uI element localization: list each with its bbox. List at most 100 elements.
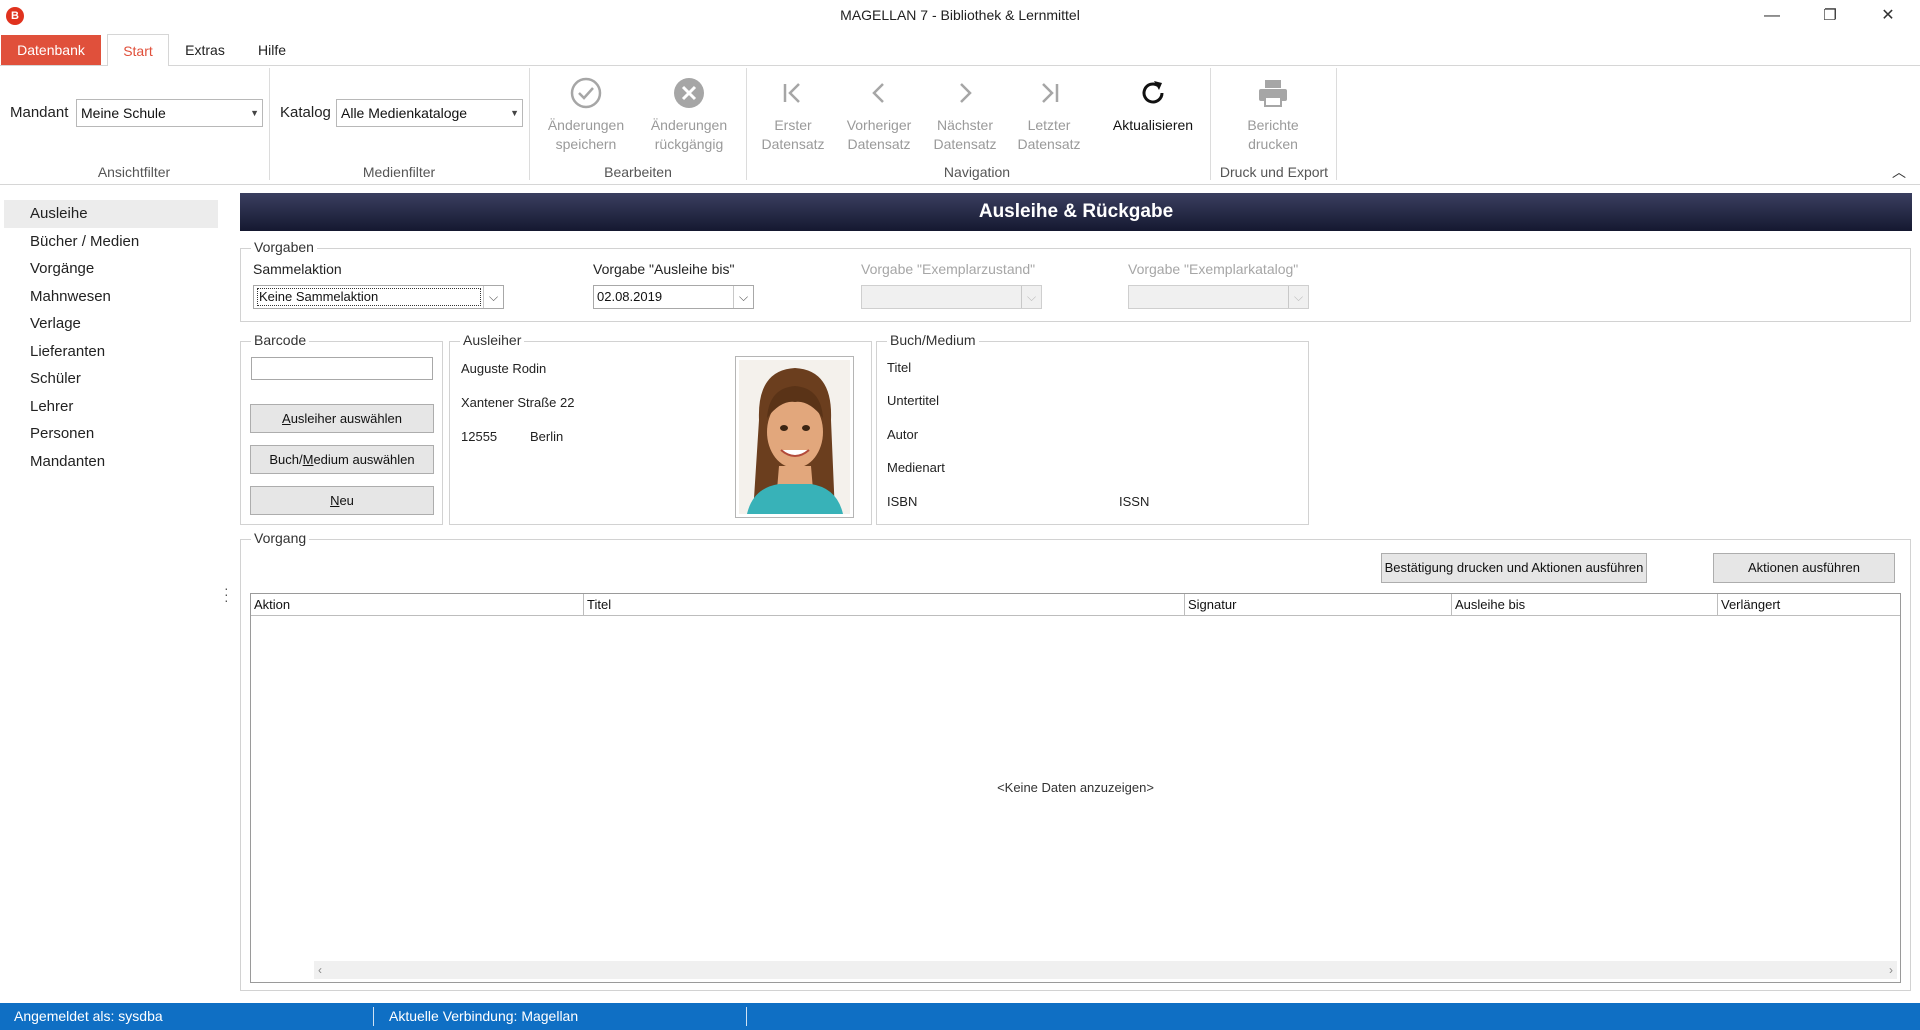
collapse-ribbon-icon[interactable]: ︿ bbox=[1892, 162, 1906, 182]
borrower-photo bbox=[735, 356, 854, 518]
column-header-verlaengert[interactable]: Verlängert bbox=[1718, 594, 1900, 616]
transactions-table: Aktion Titel Signatur Ausleihe bis Verlä… bbox=[250, 593, 1901, 983]
scroll-left-icon[interactable]: ‹ bbox=[318, 961, 322, 979]
sidebar-item-ausleihe[interactable]: Ausleihe bbox=[4, 200, 218, 228]
last-record-label-2: Datensatz bbox=[1017, 136, 1081, 152]
medium-group: Buch/Medium Titel Untertitel Autor Medie… bbox=[876, 332, 1309, 525]
select-borrower-label: usleiher auswählen bbox=[290, 411, 402, 426]
sidebar-item-buecher-medien[interactable]: Bücher / Medien bbox=[0, 228, 220, 256]
select-borrower-button[interactable]: Ausleiher auswählen bbox=[250, 404, 434, 433]
medium-autor-label: Autor bbox=[887, 427, 919, 442]
empty-table-message: <Keine Daten anzuzeigen> bbox=[997, 780, 1154, 795]
ribbon-tab-row: Datenbank Start Extras Hilfe bbox=[0, 32, 1920, 67]
select-borrower-mnemonic: A bbox=[282, 411, 291, 426]
sidebar-item-mahnwesen[interactable]: Mahnwesen bbox=[0, 283, 220, 311]
previous-record-button[interactable]: Vorheriger Datensatz bbox=[836, 76, 922, 154]
last-record-icon bbox=[1042, 83, 1059, 103]
avatar bbox=[739, 360, 850, 514]
chevron-down-icon: ⌵ bbox=[1021, 286, 1041, 308]
group-label-ansichtfilter: Ansichtfilter bbox=[97, 164, 171, 180]
status-separator bbox=[746, 1007, 747, 1026]
print-reports-label-1: Berichte bbox=[1247, 117, 1299, 133]
sidebar-item-schueler[interactable]: Schüler bbox=[0, 365, 220, 393]
column-header-signatur[interactable]: Signatur bbox=[1185, 594, 1452, 616]
exemplarkatalog-label: Vorgabe "Exemplarkatalog" bbox=[1128, 261, 1299, 277]
borrower-city: Berlin bbox=[530, 429, 564, 444]
sammelaktion-dropdown[interactable]: Keine Sammelaktion ⌵ bbox=[253, 285, 504, 309]
first-record-button[interactable]: Erster Datensatz bbox=[752, 76, 834, 154]
first-record-icon bbox=[783, 83, 800, 103]
select-medium-button[interactable]: Buch/Medium auswählen bbox=[250, 445, 434, 474]
execute-actions-button[interactable]: Aktionen ausführen bbox=[1713, 553, 1895, 583]
group-separator bbox=[1336, 68, 1337, 180]
barcode-input[interactable] bbox=[251, 357, 433, 380]
next-record-button[interactable]: Nächster Datensatz bbox=[922, 76, 1008, 154]
last-record-button[interactable]: Letzter Datensatz bbox=[1008, 76, 1090, 154]
select-medium-label: edium auswählen bbox=[313, 452, 415, 467]
status-user: Angemeldet als: sysdba bbox=[14, 1008, 163, 1024]
select-medium-mnemonic: M bbox=[302, 452, 314, 467]
scroll-right-icon[interactable]: › bbox=[1889, 961, 1893, 979]
ausleihe-bis-datepicker[interactable]: 02.08.2019 ⌵ bbox=[593, 285, 754, 309]
ausleihe-bis-value: 02.08.2019 bbox=[597, 289, 663, 304]
borrower-title: Ausleiher bbox=[460, 332, 525, 348]
horizontal-scrollbar[interactable]: ‹ › bbox=[314, 961, 1897, 979]
chevron-down-icon: ▼ bbox=[250, 108, 259, 118]
x-circle-icon bbox=[674, 78, 704, 108]
mandant-value: Meine Schule bbox=[81, 105, 166, 121]
group-label-navigation: Navigation bbox=[943, 164, 1011, 180]
sammelaktion-value: Keine Sammelaktion bbox=[257, 288, 481, 306]
chevron-left-icon bbox=[872, 83, 884, 103]
tab-datenbank[interactable]: Datenbank bbox=[1, 35, 101, 65]
column-header-titel[interactable]: Titel bbox=[584, 594, 1185, 616]
undo-changes-label-2: rückgängig bbox=[654, 136, 724, 152]
minimize-button[interactable]: — bbox=[1743, 0, 1801, 32]
new-button[interactable]: Neu bbox=[250, 486, 434, 515]
splitter-grip-icon[interactable]: · · · bbox=[224, 581, 230, 607]
chevron-right-icon bbox=[960, 83, 972, 103]
page-title: Ausleihe & Rückgabe bbox=[240, 193, 1912, 231]
ausleihe-bis-label: Vorgabe "Ausleihe bis" bbox=[593, 261, 735, 277]
medium-untertitel-label: Untertitel bbox=[887, 393, 940, 408]
sidebar-item-lehrer[interactable]: Lehrer bbox=[0, 393, 220, 421]
column-header-ausleihe-bis[interactable]: Ausleihe bis bbox=[1452, 594, 1718, 616]
katalog-combo[interactable]: Alle Medienkataloge ▼ bbox=[336, 99, 523, 127]
title-bar: B MAGELLAN 7 - Bibliothek & Lernmittel —… bbox=[0, 0, 1920, 32]
chevron-down-icon[interactable]: ⌵ bbox=[483, 286, 503, 308]
tab-hilfe[interactable]: Hilfe bbox=[242, 34, 302, 66]
medium-issn-label: ISSN bbox=[1119, 494, 1150, 509]
restore-button[interactable]: ❐ bbox=[1801, 0, 1859, 32]
print-reports-button[interactable]: Berichte drucken bbox=[1220, 76, 1326, 154]
first-record-label-2: Datensatz bbox=[761, 136, 825, 152]
print-confirmation-button[interactable]: Bestätigung drucken und Aktionen ausführ… bbox=[1381, 553, 1647, 583]
sidebar-item-vorgaenge[interactable]: Vorgänge bbox=[0, 255, 220, 283]
print-reports-label-2: drucken bbox=[1248, 136, 1298, 152]
mandant-combo[interactable]: Meine Schule ▼ bbox=[76, 99, 263, 127]
previous-record-label-1: Vorheriger bbox=[846, 117, 912, 133]
sidebar: Ausleihe Bücher / Medien Vorgänge Mahnwe… bbox=[0, 200, 220, 475]
borrower-zip: 12555 bbox=[461, 429, 498, 444]
undo-changes-button[interactable]: Änderungen rückgängig bbox=[642, 76, 736, 154]
close-button[interactable]: ✕ bbox=[1859, 0, 1917, 32]
refresh-label: Aktualisieren bbox=[1112, 117, 1194, 133]
sidebar-item-verlage[interactable]: Verlage bbox=[0, 310, 220, 338]
vorgaben-group: Vorgaben Sammelaktion Keine Sammelaktion… bbox=[240, 239, 1911, 322]
undo-changes-label-1: Änderungen bbox=[650, 117, 728, 133]
group-label-medienfilter: Medienfilter bbox=[362, 164, 436, 180]
next-record-label-2: Datensatz bbox=[933, 136, 997, 152]
chevron-down-icon[interactable]: ⌵ bbox=[733, 286, 753, 308]
exemplarzustand-dropdown: ⌵ bbox=[861, 285, 1042, 309]
borrower-street: Xantener Straße 22 bbox=[461, 395, 575, 410]
save-changes-button[interactable]: Änderungen speichern bbox=[540, 76, 632, 154]
medium-title: Buch/Medium bbox=[887, 332, 979, 348]
sidebar-item-personen[interactable]: Personen bbox=[0, 420, 220, 448]
sidebar-item-mandanten[interactable]: Mandanten bbox=[0, 448, 220, 476]
new-label: eu bbox=[339, 493, 354, 508]
select-medium-label-pre: Buch/ bbox=[269, 452, 303, 467]
medium-medienart-label: Medienart bbox=[887, 460, 945, 475]
tab-extras[interactable]: Extras bbox=[176, 34, 234, 66]
column-header-aktion[interactable]: Aktion bbox=[251, 594, 584, 616]
tab-start[interactable]: Start bbox=[107, 34, 169, 67]
sidebar-item-lieferanten[interactable]: Lieferanten bbox=[0, 338, 220, 366]
refresh-button[interactable]: Aktualisieren bbox=[1098, 76, 1208, 135]
